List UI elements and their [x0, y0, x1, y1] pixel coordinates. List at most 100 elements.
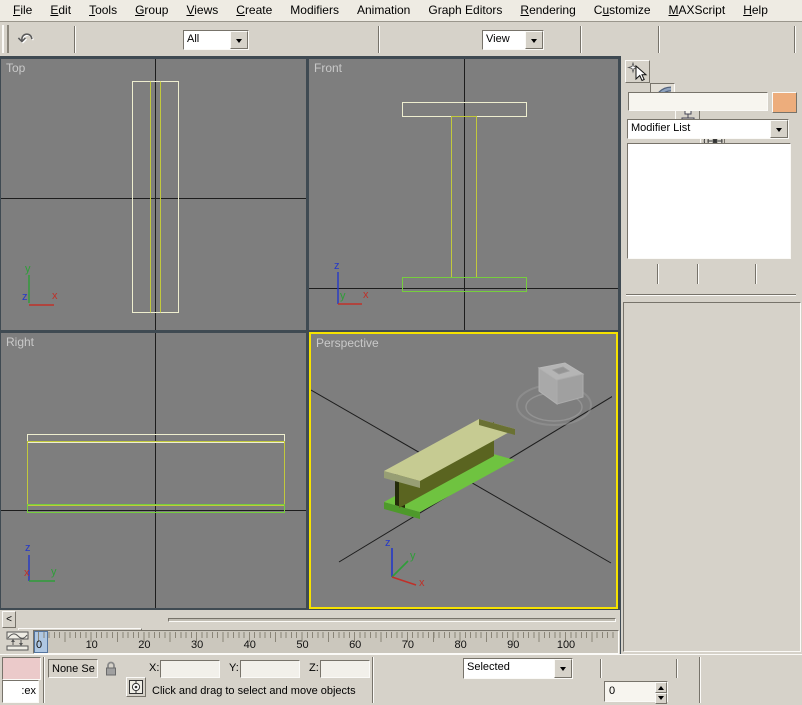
undo-icon: ↶ [17, 29, 34, 51]
menu-graph-editors[interactable]: Graph Editors [419, 0, 511, 21]
svg-text:x: x [52, 290, 58, 302]
open-mini-curve-editor-button[interactable] [3, 631, 33, 652]
viewport-right-canvas: z x y [1, 333, 306, 608]
modifier-list-dropdown[interactable]: Modifier List [627, 119, 789, 139]
svg-text:z: z [22, 291, 28, 303]
absolute-mode-transform-type-in[interactable] [126, 677, 146, 697]
menu-help[interactable]: Help [734, 0, 777, 21]
y-coordinate-input[interactable] [240, 660, 300, 678]
modifier-stack-list[interactable] [627, 143, 791, 259]
create-icon [626, 61, 647, 81]
ruler-label: 60 [349, 639, 362, 651]
menu-animation[interactable]: Animation [348, 0, 419, 21]
status-bar: :ex None Se X: Y: Z: Click and drag to s… [0, 654, 802, 705]
reference-coordinate-system-dropdown[interactable]: View [482, 30, 544, 50]
svg-text:x: x [363, 289, 369, 301]
viewport-label-right: Right [6, 335, 35, 349]
panel-separator [626, 294, 796, 296]
time-slider-prev-button[interactable]: < [2, 611, 16, 628]
toolbar-grip [2, 25, 9, 53]
track-bar-ruler[interactable]: 0 10 20 30 40 50 60 70 80 90 100 [33, 630, 619, 654]
toolbar-divider [74, 26, 76, 53]
menu-rendering[interactable]: Rendering [511, 0, 584, 21]
set-keys-button[interactable] [376, 696, 410, 705]
main-toolbar: ↶ ↷ All [0, 22, 802, 549]
ruler-label: 30 [190, 639, 204, 651]
frame-spinner[interactable] [655, 682, 667, 704]
mini-curve-editor-icon [6, 631, 29, 651]
dropdown-arrow-icon[interactable] [230, 31, 248, 49]
axis-tripod: z x y [24, 542, 57, 582]
menu-customize[interactable]: Customize [585, 0, 660, 21]
listener-text: :ex [21, 685, 36, 697]
track-bar: 0 10 20 30 40 50 60 70 80 90 100 [0, 630, 620, 654]
menubar: File Edit Tools Group Views Create Modifiers An… [0, 0, 802, 22]
current-frame-value: 0 [609, 685, 616, 697]
dropdown-arrow-icon[interactable] [525, 31, 543, 49]
menu-group[interactable]: Group [126, 0, 177, 21]
y-coordinate-label: Y: [229, 662, 239, 674]
stack-divider [697, 264, 699, 284]
object-name-input[interactable] [628, 92, 768, 111]
dropdown-arrow-icon[interactable] [554, 659, 572, 678]
ruler-label: 50 [296, 639, 309, 651]
viewport-front[interactable]: z y x Front [309, 59, 618, 330]
prev-frame-arrow: < [6, 614, 12, 625]
toolbar-divider [794, 26, 796, 53]
selection-lock-toggle[interactable] [102, 659, 120, 678]
viewport-label-top: Top [6, 61, 26, 75]
viewport-front-canvas: z y x [309, 59, 618, 330]
axis-tripod: y z x [22, 263, 58, 306]
z-coordinate-label: Z: [309, 662, 319, 674]
current-frame-field[interactable]: 0 [604, 681, 668, 704]
maxscript-mini-listener[interactable]: :ex [2, 680, 39, 703]
key-mode-value: Selected [467, 661, 510, 673]
menu-views[interactable]: Views [177, 0, 227, 21]
ruler-label: 100 [556, 639, 576, 651]
toolbar-divider [658, 26, 660, 53]
selection-filter-value: All [187, 33, 200, 45]
prompt-line: Click and drag to select and move object… [148, 682, 398, 702]
menu-edit[interactable]: Edit [41, 0, 80, 21]
ruler-label: 80 [454, 639, 467, 651]
viewport-perspective-canvas: z y x [311, 362, 614, 589]
selection-status-text: None Se [52, 663, 95, 675]
viewport-right[interactable]: z x y Right [1, 333, 306, 608]
tab-create[interactable] [625, 60, 650, 83]
menu-maxscript[interactable]: MAXScript [660, 0, 735, 21]
selection-filter-dropdown[interactable]: All [183, 30, 249, 50]
menu-tools[interactable]: Tools [80, 0, 126, 21]
maxscript-macro-recorder-pane[interactable] [2, 657, 41, 680]
svg-text:x: x [24, 567, 30, 579]
axis-tripod: z y x [385, 537, 425, 589]
svg-text:z: z [25, 542, 31, 554]
stack-divider [657, 264, 659, 284]
viewport-perspective-active[interactable]: z y x Perspective [309, 332, 618, 609]
ruler-label: 40 [243, 639, 256, 651]
undo-button[interactable]: ↶ [12, 27, 39, 53]
menu-create[interactable]: Create [227, 0, 281, 21]
menu-modifiers[interactable]: Modifiers [281, 0, 348, 21]
3ds-max-window: File Edit Tools Group Views Create Modifiers An… [0, 0, 802, 705]
ruler-label: 70 [401, 639, 415, 651]
stack-divider [755, 264, 757, 284]
toolbar-divider [580, 26, 582, 53]
svg-text:y: y [410, 550, 416, 562]
ruler-label: 20 [138, 639, 151, 651]
axis-tripod: z y x [334, 260, 369, 305]
dropdown-arrow-icon[interactable] [770, 120, 788, 138]
svg-text:z: z [334, 260, 340, 272]
viewport-top-canvas: y z x [1, 59, 306, 330]
x-coordinate-input[interactable] [160, 660, 220, 678]
rollout-area[interactable] [623, 302, 801, 652]
key-mode-dropdown[interactable]: Selected [463, 658, 573, 679]
status-divider [699, 657, 701, 703]
menu-file[interactable]: File [4, 0, 41, 21]
time-slider-track[interactable] [168, 618, 616, 622]
ibeam-object[interactable] [384, 419, 515, 519]
viewport-top[interactable]: y z x Top [1, 59, 306, 330]
status-divider [372, 657, 374, 703]
object-color-swatch[interactable] [772, 92, 797, 113]
time-slider-bar: < 0 / 100 > [0, 610, 620, 662]
z-coordinate-input[interactable] [320, 660, 370, 678]
